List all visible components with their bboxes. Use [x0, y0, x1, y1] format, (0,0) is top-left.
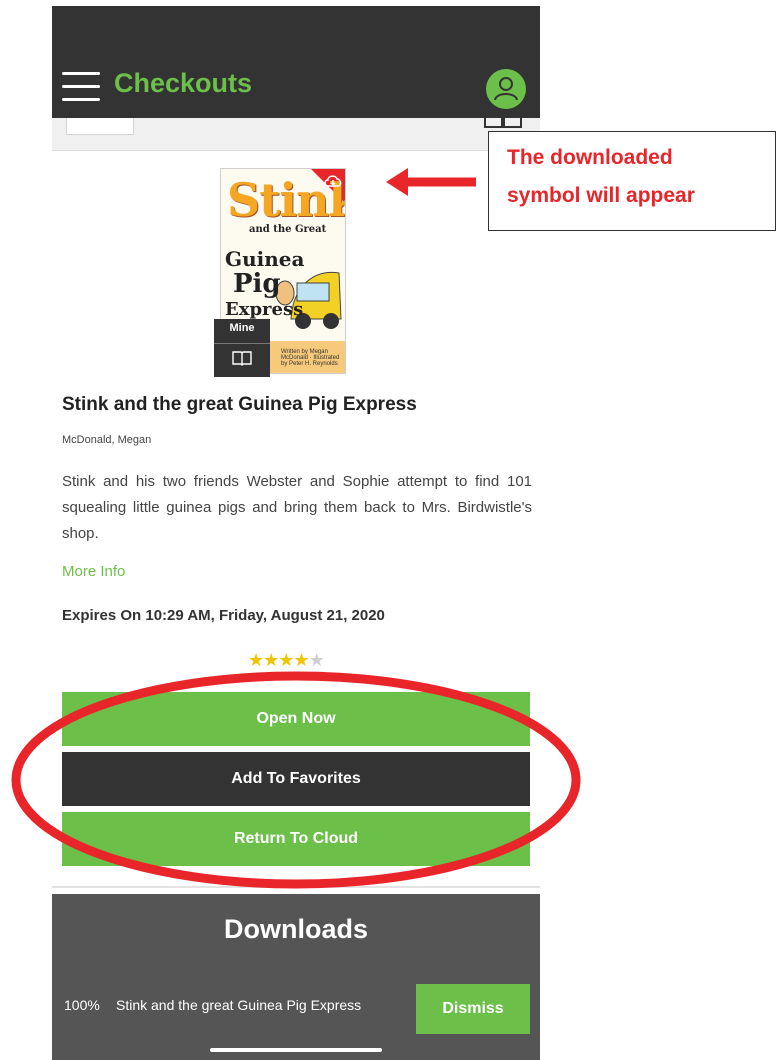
star-icon: ★: [293, 650, 309, 670]
download-item-name: Stink and the great Guinea Pig Express: [116, 997, 362, 1013]
downloads-panel: Downloads 100% Stink and the great Guine…: [52, 894, 540, 1060]
cover-subtitle: and the Great: [249, 224, 327, 235]
book-author: McDonald, Megan: [62, 434, 152, 446]
filter-dropdown[interactable]: [66, 118, 134, 135]
book-title: Stink and the great Guinea Pig Express: [62, 394, 417, 415]
cover-subtitle: Guinea: [225, 247, 305, 271]
downloads-title: Downloads: [223, 914, 368, 944]
open-now-button[interactable]: Open Now: [62, 692, 530, 746]
hamburger-menu-icon[interactable]: [62, 70, 100, 104]
star-icon: ★: [263, 650, 279, 670]
star-icon: ★: [248, 650, 264, 670]
cover-author-credit: Written by Megan McDonald · Illustrated …: [281, 349, 340, 367]
cover-subtitle: Pig: [233, 269, 281, 299]
more-info-link[interactable]: More Info: [62, 563, 125, 580]
expiry-date: Expires On 10:29 AM, Friday, August 21, …: [62, 607, 385, 624]
divider: [52, 886, 540, 888]
cloud-download-icon: [324, 175, 342, 187]
dismiss-button[interactable]: Dismiss: [416, 984, 530, 1034]
user-avatar-icon[interactable]: [486, 69, 526, 109]
page-title: Checkouts: [114, 68, 253, 98]
cover-subtitle: Express: [225, 299, 304, 320]
return-to-cloud-button[interactable]: Return To Cloud: [62, 812, 530, 866]
home-indicator[interactable]: [210, 1048, 382, 1052]
callout-text: The downloaded: [507, 146, 673, 169]
callout-text: symbol will appear: [507, 184, 695, 207]
star-icon: ★: [278, 650, 294, 670]
grid-view-icon[interactable]: [484, 118, 524, 128]
star-icon: ★: [308, 650, 325, 670]
annotation-callout: The downloaded symbol will appear: [488, 131, 776, 231]
badge-divider: [214, 343, 270, 344]
open-book-icon: [232, 351, 252, 366]
star-rating: ★★★★★: [248, 650, 325, 671]
top-app-bar: Checkouts: [52, 6, 540, 118]
filter-bar: [52, 118, 540, 151]
ownership-badge: Mine: [214, 319, 270, 377]
book-description: Stink and his two friends Webster and So…: [62, 473, 532, 542]
phone-screen: Checkouts Stink and the Great Guinea Pig: [52, 6, 540, 1060]
badge-label: Mine: [229, 322, 255, 334]
download-progress: 100%: [64, 997, 100, 1013]
add-to-favorites-button[interactable]: Add To Favorites: [62, 752, 530, 806]
